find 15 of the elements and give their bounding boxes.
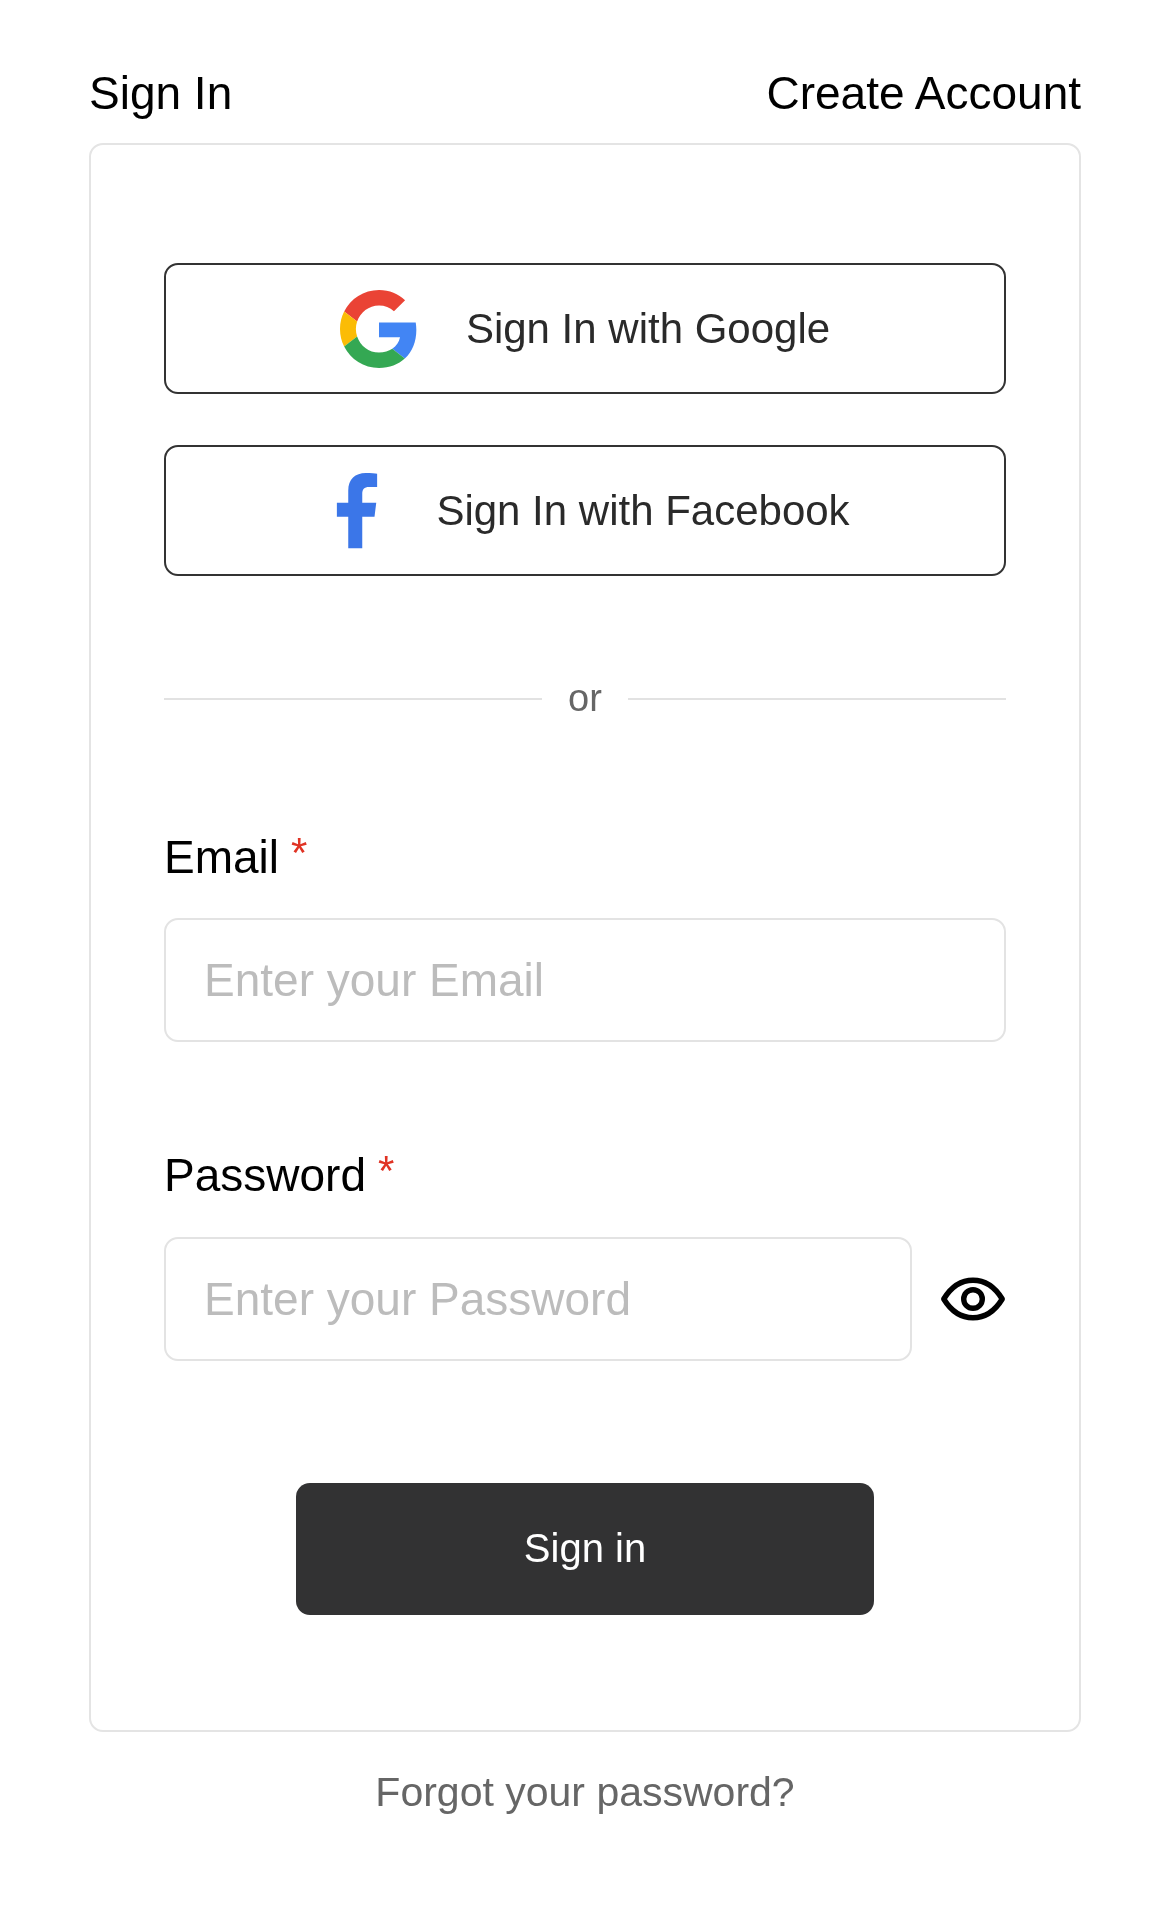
- tab[interactable]: Create Account: [766, 66, 1081, 122]
- facebook-logo-icon: [336, 471, 379, 551]
- field-label: Email: [164, 830, 280, 886]
- sign-in-button[interactable]: Sign in: [296, 1482, 874, 1615]
- input-field[interactable]: Enter your Password: [164, 1236, 912, 1361]
- forgot-password-link[interactable]: Forgot your password?: [375, 1765, 795, 1819]
- social-login-button[interactable]: Sign In with Facebook: [164, 445, 1006, 577]
- input-field[interactable]: Enter your Email: [164, 918, 1006, 1043]
- field-label: Password: [164, 1148, 366, 1204]
- required-asterisk: *: [291, 830, 308, 877]
- social-login-button[interactable]: Sign In with Google: [164, 263, 1006, 395]
- tab[interactable]: Sign In: [89, 66, 233, 122]
- google-logo-icon: [339, 289, 418, 368]
- required-asterisk: *: [377, 1148, 395, 1195]
- divider-label: or: [568, 676, 602, 722]
